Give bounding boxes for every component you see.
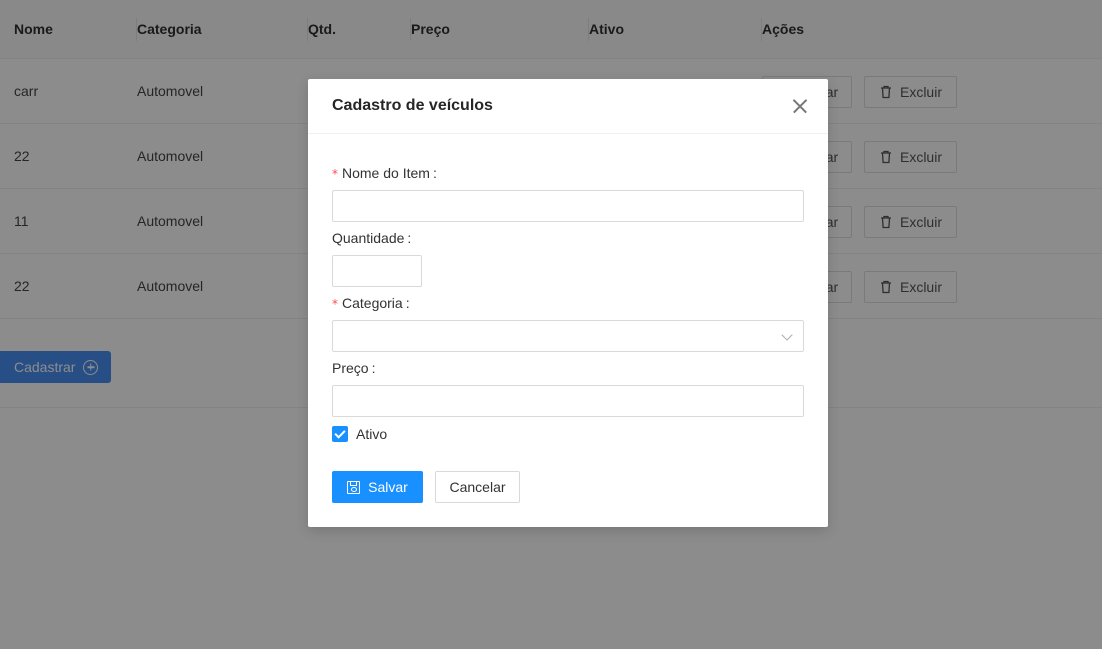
cancel-button[interactable]: Cancelar — [435, 471, 520, 503]
categoria-select[interactable] — [332, 320, 804, 352]
save-icon — [347, 480, 361, 494]
preco-input[interactable] — [332, 385, 804, 417]
close-icon[interactable] — [792, 98, 808, 114]
quantidade-label: Quantidade: — [332, 230, 412, 246]
nome-label: * Nome do Item: — [332, 165, 437, 181]
modal-header: Cadastro de veículos — [308, 79, 828, 134]
ativo-checkbox-row[interactable]: Ativo — [332, 426, 387, 442]
ativo-label: Ativo — [356, 426, 388, 442]
vehicle-form-modal: Cadastro de veículos * Nome do Item: Quan… — [308, 79, 828, 527]
chevron-down-icon — [781, 329, 793, 341]
categoria-label: * Categoria: — [332, 295, 410, 311]
quantidade-input[interactable] — [332, 255, 422, 287]
required-mark: * — [332, 297, 338, 311]
save-button[interactable]: Salvar — [332, 471, 423, 503]
modal-title: Cadastro de veículos — [332, 97, 493, 114]
nome-item-input[interactable] — [332, 190, 804, 222]
preco-label: Preço: — [332, 360, 376, 376]
required-mark: * — [332, 167, 338, 181]
ativo-checkbox[interactable] — [332, 426, 348, 442]
